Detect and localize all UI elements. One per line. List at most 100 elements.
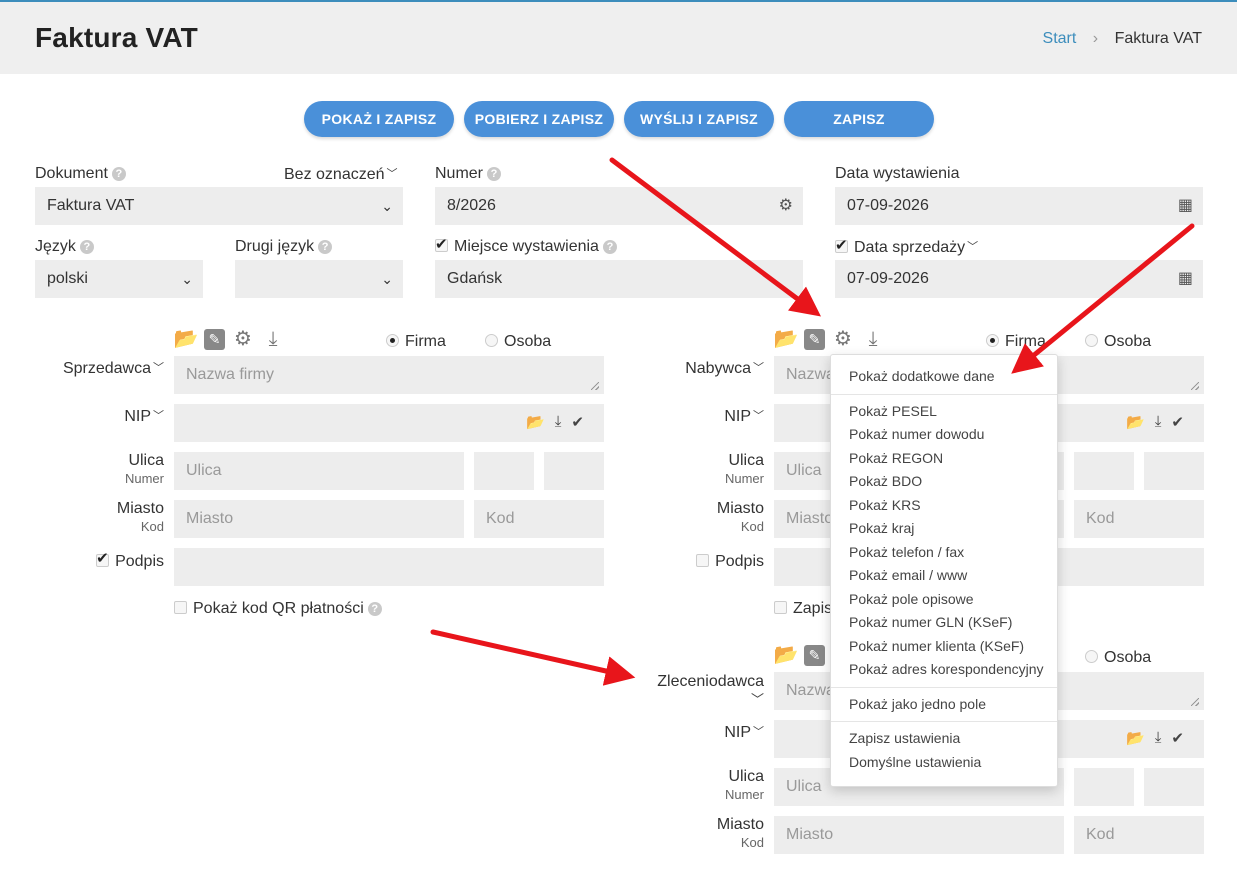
seller-signature-checkbox[interactable] [96, 550, 110, 568]
download-icon[interactable]: ⤓ [861, 328, 885, 350]
buyer-save-checkbox[interactable] [774, 601, 787, 614]
folder-open-icon[interactable]: 📂 [174, 328, 199, 350]
menu-item-show-pesel[interactable]: Pokaż PESEL [831, 400, 1057, 424]
sale-date-label[interactable]: Data sprzedaży﹀ [835, 236, 978, 257]
qr-payment-option[interactable]: Pokaż kod QR płatności? [174, 600, 382, 618]
menu-item-default-settings[interactable]: Domyślne ustawienia [831, 751, 1057, 775]
document-marking-dropdown[interactable]: Bez oznaczeń ﹀ [284, 165, 398, 184]
menu-item-show-gln[interactable]: Pokaż numer GLN (KSeF) [831, 611, 1057, 635]
menu-item-show-krs[interactable]: Pokaż KRS [831, 494, 1057, 518]
breadcrumb-home-link[interactable]: Start [1043, 30, 1077, 47]
menu-item-show-additional-data[interactable]: Pokaż dodatkowe dane [831, 365, 1057, 389]
radio-button[interactable] [1085, 334, 1098, 347]
radio-button[interactable] [986, 334, 999, 347]
help-icon[interactable]: ? [318, 240, 333, 254]
menu-item-show-country[interactable]: Pokaż kraj [831, 517, 1057, 541]
second-language-select[interactable]: ⌄ [235, 260, 403, 298]
check-circle-icon[interactable]: ✔ [1171, 729, 1184, 747]
download-icon[interactable]: ⤓ [261, 328, 285, 350]
menu-item-show-regon[interactable]: Pokaż REGON [831, 447, 1057, 471]
folder-open-icon[interactable]: 📂 [774, 644, 799, 666]
invoice-number-input[interactable]: 8/2026 ⚙ [435, 187, 803, 225]
menu-item-show-phone-fax[interactable]: Pokaż telefon / fax [831, 541, 1057, 565]
help-icon[interactable]: ? [111, 167, 126, 181]
seller-signature-label[interactable]: Podpis [40, 550, 164, 571]
download-and-save-button[interactable]: POBIERZ I ZAPISZ [464, 101, 614, 137]
buyer-label-dropdown[interactable]: Nabywca ﹀ [640, 359, 764, 378]
principal-city-input[interactable]: Miasto [774, 816, 1064, 854]
place-checkbox[interactable] [435, 235, 448, 253]
principal-nip-dropdown[interactable]: NIP ﹀ [640, 723, 764, 742]
seller-city-input[interactable]: Miasto [174, 500, 464, 538]
folder-open-icon[interactable]: 📂 [774, 328, 799, 350]
seller-nip-dropdown[interactable]: NIP ﹀ [40, 407, 164, 426]
buyer-save-option[interactable]: Zapis [774, 600, 832, 618]
radio-button[interactable] [485, 334, 498, 347]
principal-postal-code-input[interactable]: Kod [1074, 816, 1204, 854]
menu-item-show-email-www[interactable]: Pokaż email / www [831, 564, 1057, 588]
buyer-signature-label[interactable]: Podpis [640, 553, 764, 571]
help-icon[interactable]: ? [79, 240, 94, 254]
seller-name-textarea[interactable]: Nazwa firmy [174, 356, 604, 394]
menu-item-show-bdo[interactable]: Pokaż BDO [831, 470, 1057, 494]
seller-type-company-radio[interactable]: Firma [386, 333, 446, 351]
send-and-save-button[interactable]: WYŚLIJ I ZAPISZ [624, 101, 774, 137]
edit-icon[interactable]: ✎ [204, 328, 225, 350]
folder-open-icon[interactable]: 📂 [1126, 413, 1145, 431]
principal-type-person-radio[interactable]: Osoba [1085, 649, 1151, 667]
document-type-select[interactable]: Faktura VAT ⌄ [35, 187, 403, 225]
menu-item-show-correspondence-address[interactable]: Pokaż adres korespondencyjny [831, 658, 1057, 682]
menu-item-show-as-single-field[interactable]: Pokaż jako jedno pole [831, 693, 1057, 717]
place-of-issue-label[interactable]: Miejsce wystawienia? [435, 235, 617, 256]
sale-date-input[interactable]: 07-09-2026 ▦ [835, 260, 1203, 298]
menu-item-show-id-number[interactable]: Pokaż numer dowodu [831, 423, 1057, 447]
edit-icon[interactable]: ✎ [804, 644, 825, 666]
issue-date-input[interactable]: 07-09-2026 ▦ [835, 187, 1203, 225]
check-circle-icon[interactable]: ✔ [571, 413, 584, 431]
calendar-icon[interactable]: ▦ [1178, 260, 1193, 298]
qr-checkbox[interactable] [174, 601, 187, 614]
gear-icon[interactable]: ⚙ [831, 328, 855, 350]
folder-open-icon[interactable]: 📂 [526, 413, 545, 431]
show-and-save-button[interactable]: POKAŻ I ZAPISZ [304, 101, 454, 137]
sale-date-checkbox[interactable] [835, 236, 848, 254]
check-circle-icon[interactable]: ✔ [1171, 413, 1184, 431]
seller-type-person-radio[interactable]: Osoba [485, 333, 551, 351]
folder-open-icon[interactable]: 📂 [1126, 729, 1145, 747]
menu-item-show-client-number[interactable]: Pokaż numer klienta (KSeF) [831, 635, 1057, 659]
gear-icon[interactable]: ⚙ [779, 187, 793, 225]
edit-icon[interactable]: ✎ [804, 328, 825, 350]
seller-signature-input[interactable] [174, 548, 604, 586]
download-icon[interactable]: ⤓ [1155, 413, 1162, 431]
buyer-type-person-radio[interactable]: Osoba [1085, 333, 1151, 351]
menu-item-show-description[interactable]: Pokaż pole opisowe [831, 588, 1057, 612]
help-icon[interactable]: ? [367, 602, 382, 616]
download-icon[interactable]: ⤓ [555, 413, 562, 431]
calendar-icon[interactable]: ▦ [1178, 187, 1193, 225]
download-icon[interactable]: ⤓ [1155, 729, 1162, 747]
help-icon[interactable]: ? [487, 167, 502, 181]
buyer-building-number-input[interactable] [1074, 452, 1134, 490]
help-icon[interactable]: ? [602, 240, 617, 254]
buyer-apartment-number-input[interactable] [1144, 452, 1204, 490]
resize-handle-icon[interactable] [1191, 382, 1199, 390]
buyer-type-company-radio[interactable]: Firma [986, 333, 1046, 351]
place-of-issue-input[interactable]: Gdańsk [435, 260, 803, 298]
buyer-nip-dropdown[interactable]: NIP ﹀ [640, 407, 764, 426]
principal-building-number-input[interactable] [1074, 768, 1134, 806]
gear-icon[interactable]: ⚙ [231, 328, 255, 350]
seller-label-dropdown[interactable]: Sprzedawca ﹀ [40, 359, 164, 378]
seller-building-number-input[interactable] [474, 452, 534, 490]
radio-button[interactable] [1085, 650, 1098, 663]
buyer-postal-code-input[interactable]: Kod [1074, 500, 1204, 538]
save-button[interactable]: ZAPISZ [784, 101, 934, 137]
buyer-signature-checkbox[interactable] [696, 554, 710, 567]
seller-street-input[interactable]: Ulica [174, 452, 464, 490]
resize-handle-icon[interactable] [1191, 698, 1199, 706]
principal-label-dropdown[interactable]: Zleceniodawca ﹀ [620, 673, 764, 709]
seller-postal-code-input[interactable]: Kod [474, 500, 604, 538]
principal-apartment-number-input[interactable] [1144, 768, 1204, 806]
menu-item-save-settings[interactable]: Zapisz ustawienia [831, 727, 1057, 751]
seller-apartment-number-input[interactable] [544, 452, 604, 490]
radio-button[interactable] [386, 334, 399, 347]
